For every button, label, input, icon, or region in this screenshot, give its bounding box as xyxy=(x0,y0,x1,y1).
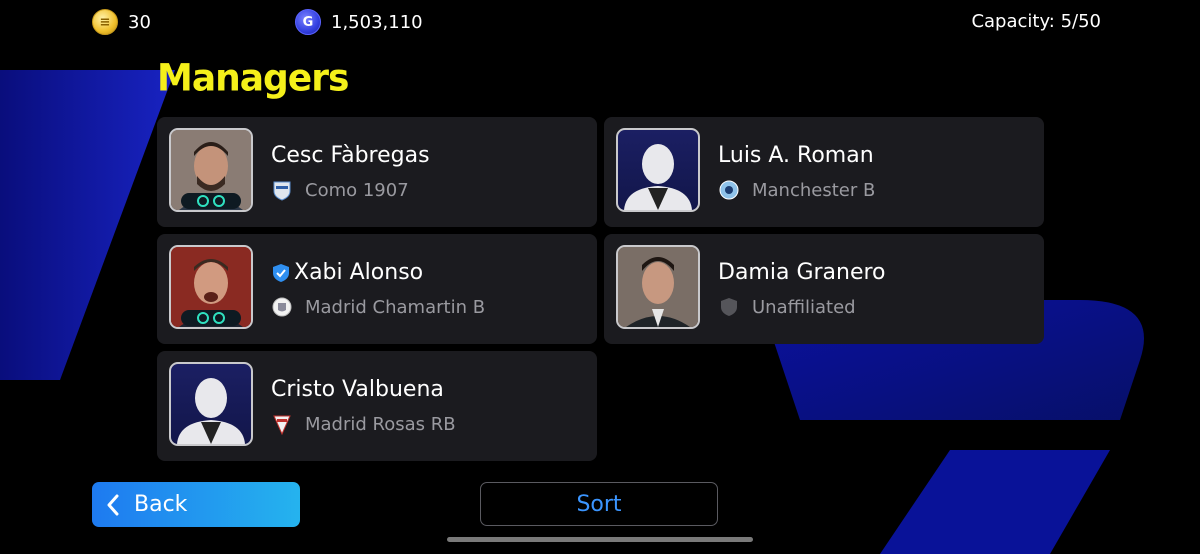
club-crest-icon xyxy=(271,413,293,435)
home-indicator[interactable] xyxy=(447,537,753,542)
manager-card[interactable]: Cesc Fàbregas Como 1907 xyxy=(157,117,597,227)
manager-card[interactable]: Luis A. Roman Manchester B xyxy=(604,117,1044,227)
club-crest-icon xyxy=(271,296,293,318)
manager-portrait xyxy=(169,245,253,329)
manager-club: Como 1907 xyxy=(271,179,409,201)
manager-name: Cesc Fàbregas xyxy=(271,143,430,168)
gp-display[interactable]: G 1,503,110 xyxy=(295,9,423,35)
manager-club: Manchester B xyxy=(718,179,875,201)
manager-club: Madrid Chamartin B xyxy=(271,296,485,318)
unaffiliated-shield-icon xyxy=(718,296,740,318)
verified-shield-icon xyxy=(273,263,289,282)
manager-name: Damia Granero xyxy=(718,260,886,285)
page-title: Managers xyxy=(157,56,349,101)
gp-value: 1,503,110 xyxy=(331,11,423,33)
manager-portrait xyxy=(169,128,253,212)
back-label: Back xyxy=(134,492,188,517)
manager-name: Cristo Valbuena xyxy=(271,377,444,402)
manager-portrait xyxy=(616,128,700,212)
chevron-left-icon xyxy=(107,494,119,515)
manager-badge-strip xyxy=(181,310,241,326)
manager-card[interactable]: Damia Granero Unaffiliated xyxy=(604,234,1044,344)
manager-club: Unaffiliated xyxy=(718,296,856,318)
sort-button[interactable]: Sort xyxy=(480,482,718,526)
club-crest-icon xyxy=(271,179,293,201)
club-crest-icon xyxy=(718,179,740,201)
gp-coin-icon: G xyxy=(295,9,321,35)
capacity-text: Capacity: 5/50 xyxy=(971,11,1101,32)
back-button[interactable]: Back xyxy=(92,482,300,527)
manager-name: Xabi Alonso xyxy=(271,260,423,285)
manager-name: Luis A. Roman xyxy=(718,143,874,168)
efootball-coin-icon: ≡ xyxy=(92,9,118,35)
top-bar: ≡ 30 G 1,503,110 Capacity: 5/50 xyxy=(0,0,1200,44)
sort-label: Sort xyxy=(576,491,622,517)
manager-portrait xyxy=(616,245,700,329)
coins-value: 30 xyxy=(128,11,151,33)
manager-card[interactable]: Xabi Alonso Madrid Chamartin B xyxy=(157,234,597,344)
coins-display[interactable]: ≡ 30 xyxy=(92,9,151,35)
manager-card[interactable]: Cristo Valbuena Madrid Rosas RB xyxy=(157,351,597,461)
manager-club: Madrid Rosas RB xyxy=(271,413,456,435)
manager-portrait xyxy=(169,362,253,446)
manager-badge-strip xyxy=(181,193,241,209)
